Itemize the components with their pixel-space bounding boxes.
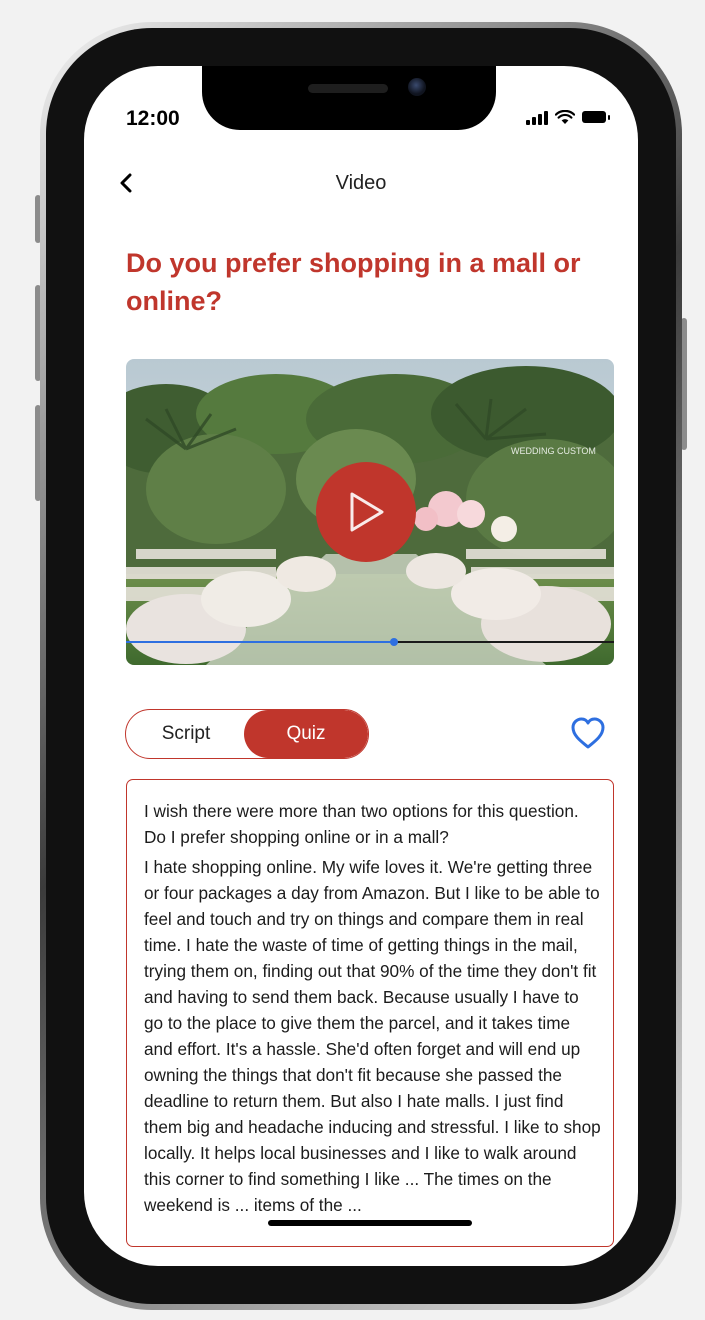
video-watermark: WEDDING CUSTOM xyxy=(511,446,596,456)
video-player[interactable]: WEDDING CUSTOM xyxy=(126,359,614,665)
video-progress-fill xyxy=(126,641,395,643)
nav-title: Video xyxy=(335,172,387,194)
page-title: Do you prefer shopping in a mall or onli… xyxy=(126,248,581,316)
speaker-grille xyxy=(308,84,388,93)
heart-outline-icon xyxy=(571,717,605,749)
wifi-icon xyxy=(555,109,575,124)
phone-bezel: 12:00 Video Do you prefer shopping in a … xyxy=(46,28,676,1304)
script-paragraph: I wish there were more than two options … xyxy=(144,801,579,847)
script-quiz-toggle: Script Quiz xyxy=(125,709,369,759)
script-panel[interactable]: I wish there were more than two options … xyxy=(126,779,614,1247)
battery-icon xyxy=(582,111,610,123)
status-time: 12:00 xyxy=(126,107,180,130)
notch xyxy=(202,66,496,130)
front-camera xyxy=(408,78,426,96)
play-button[interactable] xyxy=(316,462,416,562)
tab-script[interactable]: Script xyxy=(126,710,246,758)
favorite-button[interactable] xyxy=(570,716,606,750)
cellular-signal-icon xyxy=(526,110,548,125)
script-text: I wish there were more than two options … xyxy=(144,798,602,1222)
phone-frame: 12:00 Video Do you prefer shopping in a … xyxy=(40,22,682,1310)
screen: 12:00 Video Do you prefer shopping in a … xyxy=(84,66,638,1266)
home-indicator[interactable] xyxy=(268,1220,472,1226)
status-icons xyxy=(526,106,610,128)
tab-quiz[interactable]: Quiz xyxy=(244,710,368,758)
play-icon xyxy=(350,492,384,532)
video-progress-bar[interactable] xyxy=(126,638,614,646)
script-paragraph: I hate shopping online. My wife loves it… xyxy=(144,857,601,1215)
